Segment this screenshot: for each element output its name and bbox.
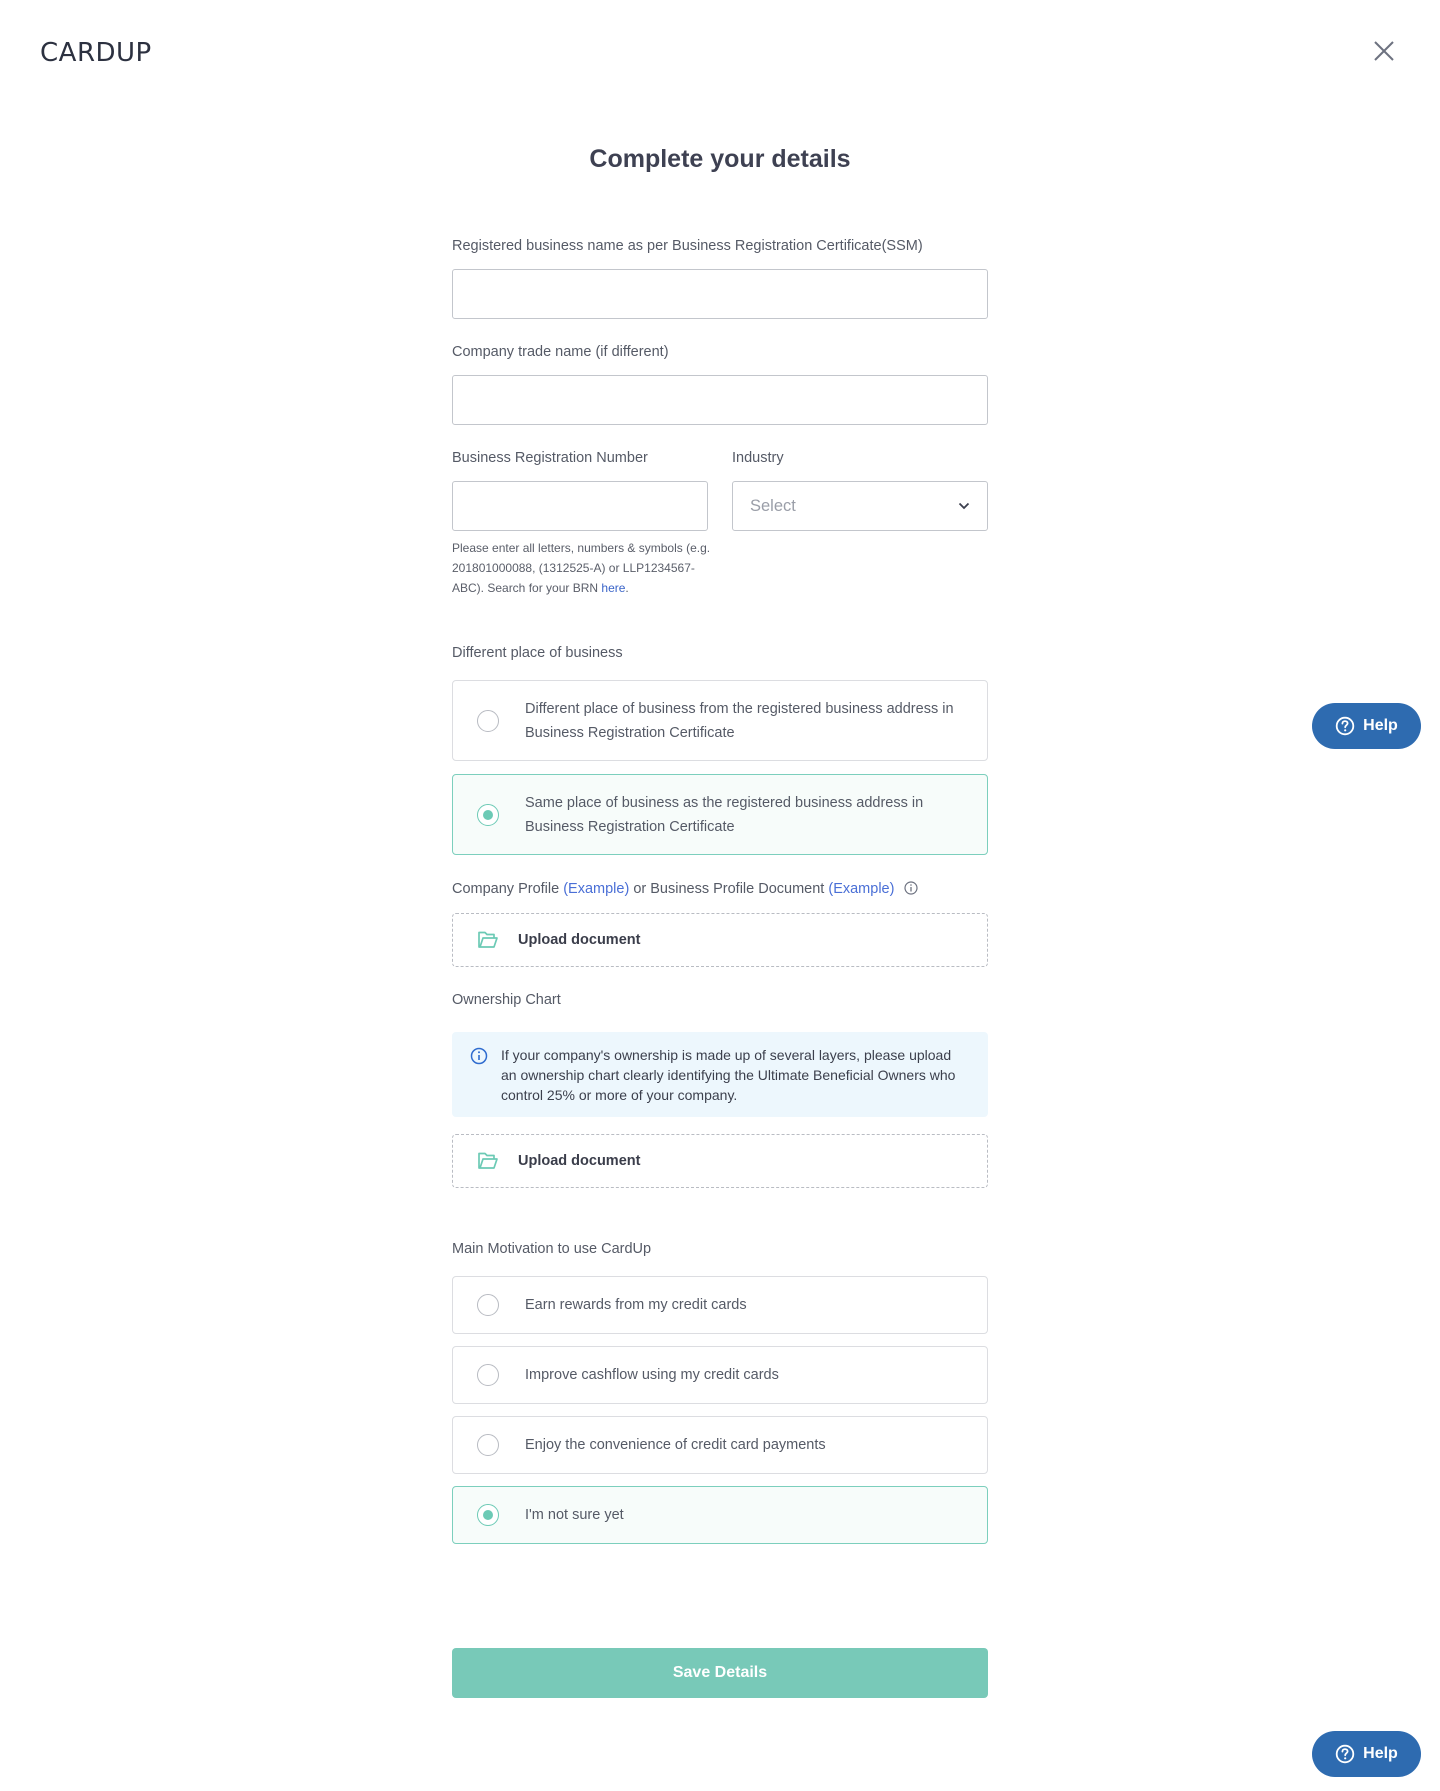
radio-button-selected[interactable] [477, 804, 499, 826]
business-profile-text: or Business Profile Document [633, 881, 825, 897]
place-of-business-label: Different place of business [452, 645, 623, 661]
help-label: Help [1363, 717, 1398, 734]
motivation-option-not-sure[interactable]: I'm not sure yet [452, 1486, 988, 1544]
page-title: Complete your details [589, 145, 851, 173]
place-option-label: Same place of business as the registered… [525, 795, 924, 835]
radio-button[interactable] [477, 710, 499, 732]
place-option-same[interactable]: Same place of business as the registered… [452, 774, 988, 855]
ownership-info-box: If your company's ownership is made up o… [452, 1032, 988, 1117]
chevron-down-icon [958, 502, 970, 510]
brn-hint: Please enter all letters, numbers & symb… [452, 538, 712, 598]
motivation-option-label: Earn rewards from my credit cards [525, 1297, 747, 1313]
motivation-option-convenience[interactable]: Enjoy the convenience of credit card pay… [452, 1416, 988, 1474]
business-name-label: Registered business name as per Business… [452, 238, 923, 254]
company-profile-text: Company Profile [452, 881, 560, 897]
brn-search-link[interactable]: here [601, 581, 625, 595]
ownership-chart-upload[interactable]: Upload document [452, 1134, 988, 1188]
radio-button[interactable] [477, 1294, 499, 1316]
business-profile-example-link[interactable]: (Example) [828, 881, 894, 897]
upload-document-label: Upload document [518, 1153, 641, 1169]
upload-document-label: Upload document [518, 932, 641, 948]
help-label: Help [1363, 1745, 1398, 1762]
radio-button-selected[interactable] [477, 1504, 499, 1526]
motivation-option-cashflow[interactable]: Improve cashflow using my credit cards [452, 1346, 988, 1404]
radio-button[interactable] [477, 1364, 499, 1386]
company-profile-upload[interactable]: Upload document [452, 913, 988, 967]
cardup-logo: CARDUP [40, 38, 152, 68]
ownership-chart-label: Ownership Chart [452, 992, 561, 1008]
industry-select[interactable]: Select [732, 481, 988, 531]
motivation-option-label: Improve cashflow using my credit cards [525, 1367, 779, 1383]
folder-icon [478, 931, 498, 948]
trade-name-label: Company trade name (if different) [452, 344, 669, 360]
help-button[interactable]: Help [1312, 703, 1421, 749]
trade-name-input[interactable] [452, 375, 988, 425]
industry-placeholder: Select [750, 496, 796, 515]
brn-input[interactable] [452, 481, 708, 531]
motivation-label: Main Motivation to use CardUp [452, 1241, 652, 1257]
help-icon [1335, 1744, 1355, 1764]
info-icon [470, 1047, 488, 1065]
ownership-info-text: If your company's ownership is made up o… [501, 1047, 956, 1103]
help-button[interactable]: Help [1312, 1731, 1421, 1777]
help-icon [1335, 716, 1355, 736]
business-name-input[interactable] [452, 269, 988, 319]
motivation-option-label: I'm not sure yet [525, 1507, 624, 1523]
info-icon[interactable] [904, 881, 919, 895]
brn-label: Business Registration Number [452, 450, 648, 466]
brn-hint-text: Please enter all letters, numbers & symb… [452, 541, 711, 595]
motivation-option-label: Enjoy the convenience of credit card pay… [525, 1437, 826, 1453]
place-option-different[interactable]: Different place of business from the reg… [452, 680, 988, 761]
company-profile-example-link[interactable]: (Example) [563, 881, 629, 897]
radio-button[interactable] [477, 1434, 499, 1456]
place-option-label: Different place of business from the reg… [525, 701, 954, 741]
company-profile-label: Company Profile (Example) or Business Pr… [452, 881, 919, 897]
industry-label: Industry [732, 450, 784, 466]
save-details-button[interactable]: Save Details [452, 1648, 988, 1698]
close-icon[interactable] [1371, 38, 1397, 64]
brn-hint-end: . [625, 581, 629, 595]
motivation-option-rewards[interactable]: Earn rewards from my credit cards [452, 1276, 988, 1334]
folder-icon [478, 1152, 498, 1169]
